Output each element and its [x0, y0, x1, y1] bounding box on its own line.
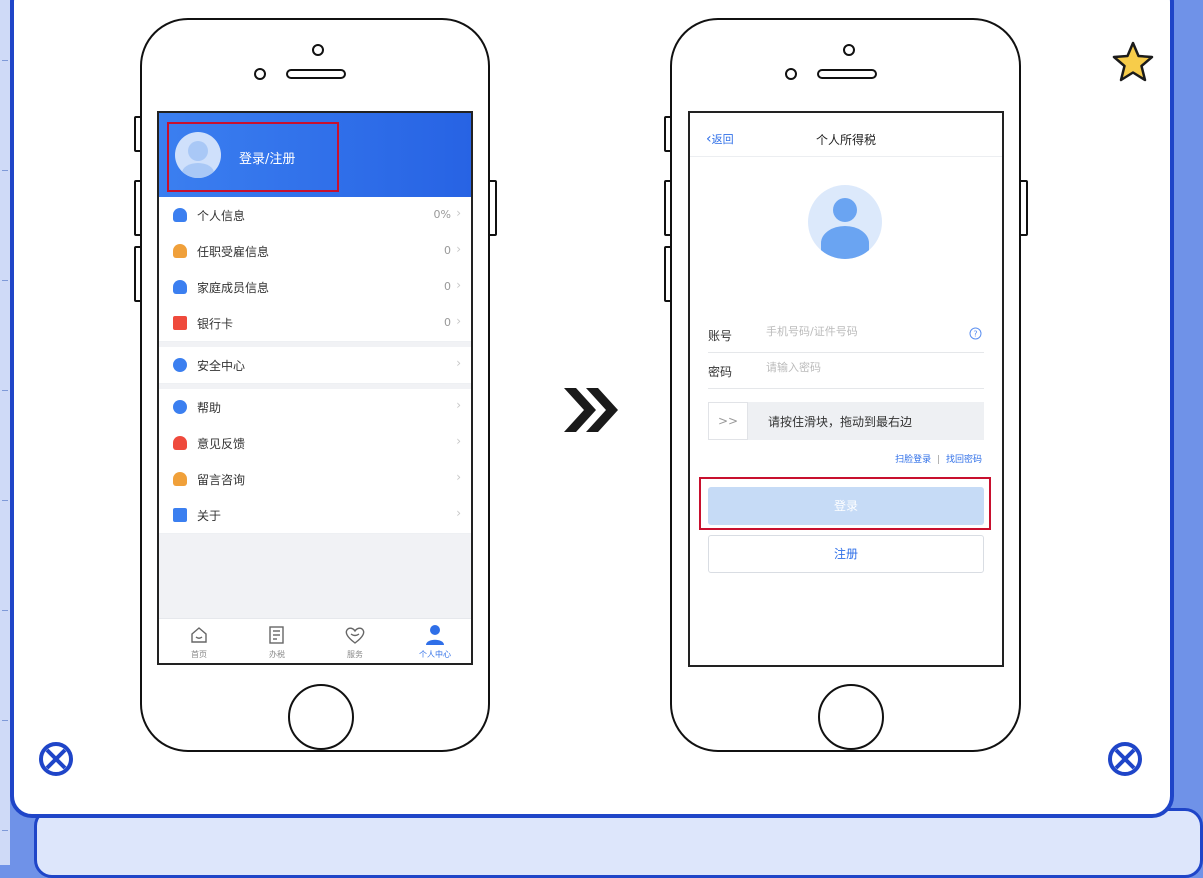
chevron-right-icon: › [456, 398, 461, 412]
menu-item-label: 个人信息 [197, 209, 246, 223]
menu-item[interactable]: 银行卡 0 › [159, 305, 471, 342]
menu-item-label: 留言咨询 [197, 473, 246, 487]
bank-card-icon [173, 316, 187, 330]
login-links: 扫脸登录 | 找回密码 [895, 452, 982, 465]
password-field: 密码 [708, 352, 984, 389]
person-icon [173, 208, 187, 222]
sensor-dot [785, 68, 797, 80]
menu-item[interactable]: 意见反馈 › [159, 425, 471, 462]
forgot-password-link[interactable]: 找回密码 [946, 455, 982, 465]
slider-handle[interactable]: >> [708, 402, 748, 440]
account-field: 账号 ? [708, 316, 984, 353]
menu-item[interactable]: 帮助 › [159, 389, 471, 426]
help-icon [173, 400, 187, 414]
menu-item-label: 帮助 [197, 401, 222, 415]
chevron-right-icon: › [456, 506, 461, 520]
left-ruler [0, 0, 10, 865]
menu-item-label: 意见反馈 [197, 437, 246, 451]
front-camera [312, 44, 324, 56]
menu-item-label: 关于 [197, 509, 222, 523]
menu-item[interactable]: 留言咨询 › [159, 461, 471, 498]
account-label: 账号 [708, 329, 733, 343]
menu-item[interactable]: 个人信息 0% › [159, 197, 471, 234]
left-phone-screen: 登录/注册 个人信息 0% › 任职受雇信息 0 › 家庭成员信息 0 › 银行卡 0 › 安全中心 › 帮… [157, 111, 473, 665]
speaker-grille [817, 69, 877, 79]
slider-hint: 请按住滑块，拖动到最右边 [768, 415, 913, 429]
tab-personal-center[interactable]: 个人中心 [405, 619, 465, 663]
account-input[interactable] [764, 324, 948, 339]
menu-item-value: 0% [433, 208, 451, 221]
password-input[interactable] [764, 360, 948, 375]
password-label: 密码 [708, 365, 733, 379]
chevron-right-icon: › [456, 242, 461, 256]
help-circle-icon[interactable]: ? [969, 327, 982, 340]
chevron-right-icon: › [456, 434, 461, 448]
menu-item-value: 0 [444, 316, 451, 329]
nav-divider [690, 156, 1002, 157]
bolt-icon-left [39, 742, 73, 776]
pen-icon [173, 436, 187, 450]
speaker-grille [286, 69, 346, 79]
tab-home[interactable]: 首页 [169, 619, 229, 663]
tab-label: 服务 [347, 650, 363, 659]
menu-item-label: 任职受雇信息 [197, 245, 270, 259]
tax-form-icon [269, 626, 284, 644]
menu-item-label: 银行卡 [197, 317, 234, 331]
tab-service[interactable]: 服务 [325, 619, 385, 663]
document-icon [173, 508, 187, 522]
highlight-box-login-button [699, 477, 991, 530]
link-separator: | [937, 455, 941, 465]
login-avatar-icon [808, 185, 882, 259]
tab-label: 个人中心 [419, 650, 451, 659]
right-phone-screen: ‹返回 个人所得税 账号 ? 密码 >> 请按住滑块，拖动到最右边 扫脸登录 |… [688, 111, 1004, 667]
home-button[interactable] [288, 684, 354, 750]
menu-item-label: 安全中心 [197, 359, 246, 373]
menu-item[interactable]: 任职受雇信息 0 › [159, 233, 471, 270]
shield-icon [173, 358, 187, 372]
slider-captcha: >> 请按住滑块，拖动到最右边 [708, 402, 984, 440]
chevron-right-icon: › [456, 470, 461, 484]
bolt-icon-right [1108, 742, 1142, 776]
back-card [34, 808, 1203, 878]
register-button[interactable]: 注册 [708, 535, 984, 573]
front-camera [843, 44, 855, 56]
tab-label: 首页 [191, 650, 207, 659]
menu-item[interactable]: 安全中心 › [159, 347, 471, 384]
family-icon [173, 280, 187, 294]
tab-label: 办税 [269, 650, 285, 659]
tab-tax[interactable]: 办税 [247, 619, 307, 663]
menu-item-value: 0 [444, 244, 451, 257]
chevron-right-icon: › [456, 314, 461, 328]
sensor-dot [254, 68, 266, 80]
chevron-right-icon: › [456, 356, 461, 370]
headset-icon [173, 472, 187, 486]
home-button[interactable] [818, 684, 884, 750]
chevron-right-icon: › [456, 278, 461, 292]
chevron-right-icon: › [456, 206, 461, 220]
menu-item[interactable]: 关于 › [159, 497, 471, 534]
employment-icon [173, 244, 187, 258]
menu-item[interactable]: 家庭成员信息 0 › [159, 269, 471, 306]
service-heart-icon [345, 627, 365, 644]
page-title: 个人所得税 [815, 133, 876, 147]
home-icon [191, 627, 207, 643]
star-icon [1112, 41, 1154, 82]
highlight-box-login [167, 122, 339, 192]
menu-item-value: 0 [444, 280, 451, 293]
scan-face-login-link[interactable]: 扫脸登录 [895, 455, 931, 465]
bottom-tab-bar: 首页 办税 服务 个人中心 [159, 618, 471, 663]
next-step-arrow-icon [564, 388, 618, 432]
menu-item-label: 家庭成员信息 [197, 281, 270, 295]
user-center-icon [426, 625, 444, 645]
svg-text:?: ? [973, 330, 977, 339]
